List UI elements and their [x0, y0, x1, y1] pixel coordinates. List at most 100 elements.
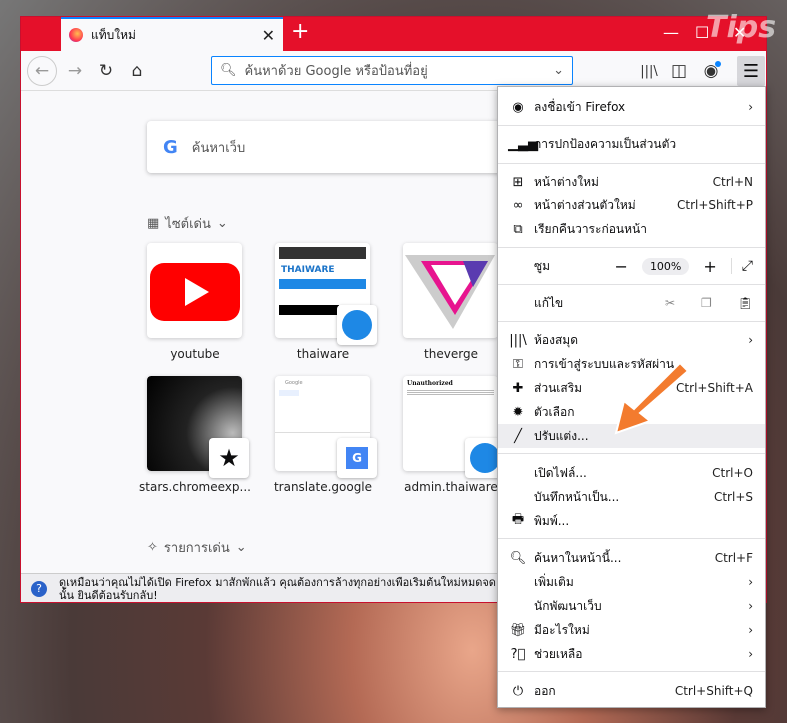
- menu-more[interactable]: เพิ่มเติม ›: [498, 570, 765, 594]
- shortcut: Ctrl+F: [714, 551, 753, 565]
- grid-icon: ▦: [147, 216, 160, 231]
- label: พิมพ์...: [534, 513, 570, 528]
- tile-label[interactable]: thaiware: [259, 347, 387, 361]
- key-icon: ⚿: [513, 356, 523, 372]
- url-bar[interactable]: 🔍︎ ค้นหาด้วย Google หรือป้อนที่อยู่ ⌄: [211, 56, 573, 85]
- search-icon: 🔍︎: [220, 63, 237, 78]
- annotation-arrow-icon: [614, 361, 690, 435]
- gift-icon: 🎁︎: [509, 622, 527, 638]
- new-tab-button[interactable]: +: [291, 19, 309, 44]
- help-icon: ?⃝: [510, 646, 526, 662]
- label: บันทึกหน้าเป็น...: [534, 489, 620, 504]
- chart-icon: ▁▃▅: [508, 136, 538, 152]
- sidebar-icon[interactable]: ◫: [667, 59, 691, 83]
- top-site-tile[interactable]: THAIWARE: [275, 243, 377, 345]
- menu-sign-in[interactable]: ◉ ลงชื่อเข้า Firefox ›: [498, 95, 765, 119]
- label: ค้นหาในหน้านี้...: [534, 550, 622, 565]
- google-icon: G: [163, 136, 178, 158]
- open-menu-button[interactable]: ☰: [737, 56, 765, 86]
- top-site-tile[interactable]: Unauthorized: [403, 376, 505, 478]
- minimize-button[interactable]: —: [663, 23, 679, 42]
- tile-label[interactable]: stars.chromeexp...: [131, 480, 259, 494]
- tab-title: แท็บใหม่: [91, 27, 136, 42]
- zoom-out-button[interactable]: −: [615, 257, 628, 276]
- printer-icon: 🖶: [511, 512, 525, 527]
- menu-protections[interactable]: ▁▃▅ การปกป้องความเป็นส่วนตัว: [498, 132, 765, 156]
- tile-label[interactable]: theverge: [387, 347, 515, 361]
- top-site-tile[interactable]: ★: [147, 376, 249, 478]
- menu-print[interactable]: 🖶 พิมพ์...: [498, 509, 765, 533]
- menu-quit[interactable]: ⏻ ออก Ctrl+Shift+Q: [498, 679, 765, 703]
- fullscreen-icon[interactable]: ⤢: [730, 258, 753, 274]
- top-site-tile[interactable]: [147, 243, 242, 338]
- zoom-reset-button[interactable]: 100%: [641, 257, 690, 275]
- puzzle-icon: ✚: [512, 380, 524, 396]
- menu-edit: แก้ไข ✂ ❐ 📋︎: [498, 291, 765, 315]
- label: เรียกคืนวาระก่อนหน้า: [534, 221, 647, 236]
- menu-library[interactable]: |||\ ห้องสมุด ›: [498, 328, 765, 352]
- menu-find[interactable]: 🔍︎ ค้นหาในหน้านี้... Ctrl+F: [498, 546, 765, 570]
- menu-new-window[interactable]: ⊞ หน้าต่างใหม่ Ctrl+N: [498, 170, 765, 194]
- help-icon: ?: [31, 581, 47, 597]
- label: เพิ่มเติม: [534, 574, 574, 589]
- top-sites-header[interactable]: ▦ ไซต์เด่น ⌄: [147, 213, 228, 234]
- menu-save-page[interactable]: บันทึกหน้าเป็น... Ctrl+S: [498, 485, 765, 509]
- chevron-right-icon: ›: [748, 333, 753, 347]
- library-icon[interactable]: |||\: [637, 59, 661, 83]
- site-badge-icon: [337, 305, 377, 345]
- chevron-right-icon: ›: [748, 100, 753, 114]
- shortcut: Ctrl+S: [713, 490, 753, 504]
- label: ช่วยเหลือ: [534, 646, 583, 661]
- menu-open-file[interactable]: เปิดไฟล์... Ctrl+O: [498, 461, 765, 485]
- top-site-tile[interactable]: Google G: [275, 376, 377, 478]
- home-icon[interactable]: ⌂: [125, 59, 149, 83]
- menu-help[interactable]: ?⃝ ช่วยเหลือ ›: [498, 642, 765, 666]
- web-search-box[interactable]: G ค้นหาเว็บ: [147, 121, 507, 173]
- menu-restore-session[interactable]: ⧉ เรียกคืนวาระก่อนหน้า: [498, 217, 765, 241]
- firefox-icon: [69, 28, 83, 42]
- shortcut: Ctrl+Shift+P: [677, 198, 753, 212]
- menu-web-developer[interactable]: นักพัฒนาเว็บ ›: [498, 594, 765, 618]
- star-icon: ★: [209, 438, 249, 478]
- top-site-tile[interactable]: [403, 243, 498, 338]
- label: หน้าต่างใหม่: [534, 174, 599, 189]
- restore-icon: ⧉: [513, 221, 523, 237]
- chevron-down-icon[interactable]: ⌄: [553, 63, 564, 78]
- label: เปิดไฟล์...: [534, 465, 587, 480]
- tab-bar: แท็บใหม่ ✕ + — ☐ ✕: [21, 17, 766, 51]
- copy-icon[interactable]: ❐: [701, 296, 712, 310]
- shortcut: Ctrl+O: [712, 466, 753, 480]
- tile-thumbnail: [147, 243, 242, 338]
- menu-whats-new[interactable]: 🎁︎ มีอะไรใหม่ ›: [498, 618, 765, 642]
- label: ลงชื่อเข้า Firefox: [534, 99, 626, 114]
- label: หน้าต่างส่วนตัวใหม่: [534, 197, 636, 212]
- new-window-icon: ⊞: [512, 174, 524, 190]
- menu-zoom: ซูม −100% + ⤢: [498, 254, 765, 278]
- zoom-in-button[interactable]: +: [703, 257, 716, 276]
- power-icon: ⏻: [512, 683, 524, 699]
- tile-label[interactable]: admin.thaiware: [387, 480, 515, 494]
- menu-private-window[interactable]: ∞ หน้าต่างส่วนตัวใหม่ Ctrl+Shift+P: [498, 193, 765, 217]
- search-placeholder: ค้นหาเว็บ: [191, 140, 246, 156]
- chevron-right-icon: ›: [748, 575, 753, 589]
- shortcut: Ctrl+Shift+Q: [674, 684, 753, 698]
- label: มีอะไรใหม่: [534, 622, 590, 637]
- chevron-down-icon: ⌄: [216, 216, 228, 231]
- tab-new-tab[interactable]: แท็บใหม่ ✕: [61, 17, 283, 51]
- library-icon: |||\: [509, 332, 527, 348]
- tile-label[interactable]: youtube: [131, 347, 259, 361]
- url-placeholder: ค้นหาด้วย Google หรือป้อนที่อยู่: [244, 64, 428, 79]
- account-icon[interactable]: ◉: [699, 59, 723, 83]
- forward-icon[interactable]: →: [63, 59, 87, 83]
- label: ซูม: [534, 258, 551, 273]
- chevron-right-icon: ›: [748, 647, 753, 661]
- close-tab-icon[interactable]: ✕: [262, 26, 275, 45]
- cut-icon[interactable]: ✂: [665, 296, 675, 310]
- nav-toolbar: ← → ↻ ⌂ 🔍︎ ค้นหาด้วย Google หรือป้อนที่อ…: [21, 51, 766, 91]
- back-icon[interactable]: ←: [27, 56, 57, 86]
- tile-label[interactable]: translate.google: [259, 480, 387, 494]
- tile-thumbnail: [403, 243, 498, 338]
- highlights-header[interactable]: ✧ รายการเด่น ⌄: [147, 537, 247, 558]
- reload-icon[interactable]: ↻: [94, 59, 118, 83]
- paste-icon[interactable]: 📋︎: [738, 296, 753, 310]
